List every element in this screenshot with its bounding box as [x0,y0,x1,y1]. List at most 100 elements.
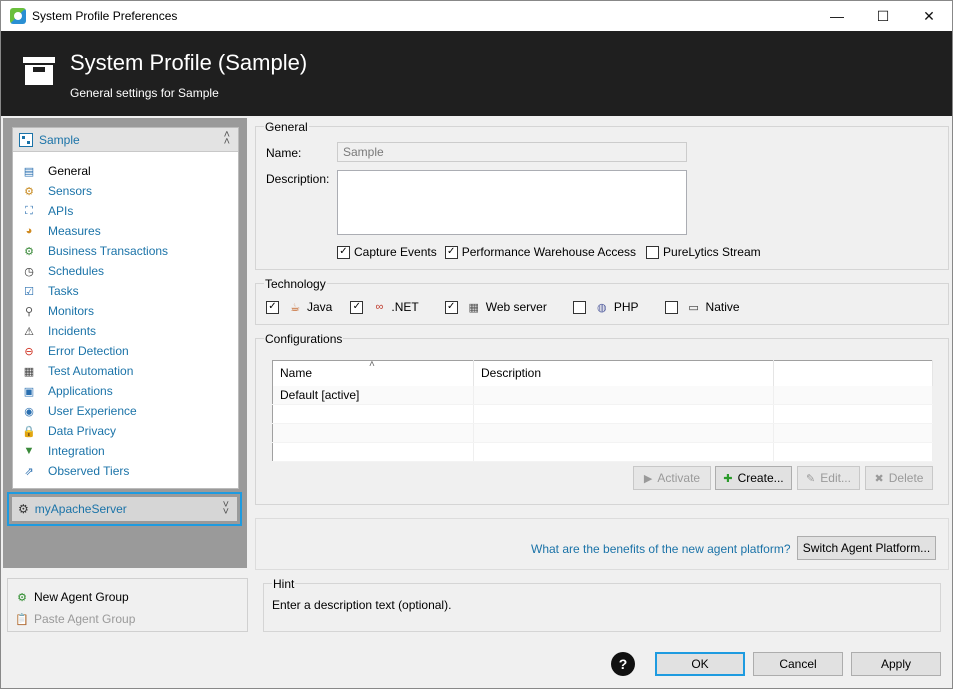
tech-php[interactable]: ◍ PHP [572,299,639,315]
checkbox-box[interactable]: ✓ [266,300,279,314]
sidebar-item-label: Integration [48,444,105,458]
tech-label: .NET [391,300,419,314]
dotnet-icon: ∞ [375,301,384,313]
configurations-group-title: Configurations [264,332,344,346]
clock-icon: ◷ [24,265,34,278]
close-button[interactable]: ✕ [906,1,952,31]
checkbox-box[interactable] [646,245,660,259]
sidebar-item-general[interactable]: ▤ General [21,161,168,181]
sidebar-item-business-transactions[interactable]: ⚙ Business Transactions [21,241,168,261]
table-row[interactable]: Default [active] [272,385,933,405]
paste-agent-group-button[interactable]: 📋 Paste Agent Group [14,611,135,627]
sidebar-item-tasks[interactable]: ☑ Tasks [21,281,168,301]
sidebar-item-label: APIs [48,204,74,218]
checkbox-capture-events[interactable]: ✓ Capture Events [337,245,437,259]
sidebar-item-label: Tasks [48,284,79,298]
checkbox-box[interactable]: ✓ [444,300,458,314]
sidebar-item-user-experience[interactable]: ◉ User Experience [21,401,168,421]
profile-nav-list: ▤ General ⚙ Sensors ⛶ APIs ◕ Measures ⚙ Business … [21,161,168,481]
tech-label: Java [307,300,333,314]
sidebar-item-label: Applications [48,384,113,398]
technology-options: ✓ ☕ Java ✓ ∞ .NET ✓ ▦ Web server ◍ PHP ▭ Native [266,299,740,315]
user-experience-icon: ◉ [24,405,34,418]
tech-label: Native [705,300,740,314]
window-title: System Profile Preferences [32,9,178,23]
sidebar-item-monitors[interactable]: ⚲ Monitors [21,301,168,321]
new-agent-group-button[interactable]: ⚙ New Agent Group [14,589,129,605]
hint-group: Hint Enter a description text (optional)… [263,577,941,632]
profile-nav-header[interactable]: Sample ˄ ˄ [13,128,238,152]
tasks-icon: ☑ [24,285,34,298]
checkbox-box[interactable]: ✓ [350,300,364,314]
activate-button[interactable]: ▶ Activate [633,466,711,490]
tech-net[interactable]: ✓ ∞ .NET [350,299,419,315]
checkbox-purelytics-stream[interactable]: PureLytics Stream [646,245,761,259]
agent-group-header[interactable]: ⚙ myApacheServer ˅ ˅ [12,497,237,521]
column-header-description[interactable]: Description [473,360,774,386]
sidebar-item-schedules[interactable]: ◷ Schedules [21,261,168,281]
sidebar-item-measures[interactable]: ◕ Measures [21,221,168,241]
checkbox-box[interactable] [572,300,586,314]
name-label: Name: [266,146,302,160]
cell-description [473,385,774,405]
cell-empty [773,404,933,424]
description-field[interactable] [337,170,687,235]
sidebar-item-observed-tiers[interactable]: ⇗ Observed Tiers [21,461,168,481]
sidebar-item-label: Error Detection [48,344,129,358]
column-header-spacer [773,360,933,386]
new-agent-group-label: New Agent Group [34,590,129,604]
sidebar-item-sensors[interactable]: ⚙ Sensors [21,181,168,201]
agent-group-panel: ⚙ myApacheServer ˅ ˅ [7,492,242,526]
general-group-title: General [264,120,309,134]
minimize-button[interactable]: — [814,1,860,31]
name-field[interactable]: Sample [337,142,687,162]
hint-title: Hint [272,577,296,591]
cell-empty [272,442,474,462]
description-label: Description: [266,172,330,186]
agent-group-name: myApacheServer [34,502,127,516]
tech-native[interactable]: ▭ Native [664,299,740,315]
switch-agent-platform-button[interactable]: Switch Agent Platform... [797,536,936,560]
observed-tiers-icon: ⇗ [24,465,34,478]
sidebar-item-integration[interactable]: ▼ Integration [21,441,168,461]
delete-button[interactable]: ✖ Delete [865,466,933,490]
ok-button[interactable]: OK [655,652,745,676]
apply-button[interactable]: Apply [851,652,941,676]
collapse-chevron-icon[interactable]: ˄ ˄ [224,130,230,148]
checkbox-label: PureLytics Stream [663,245,761,259]
create-button[interactable]: ✚ Create... [715,466,792,490]
tech-java[interactable]: ✓ ☕ Java [266,299,332,315]
sidebar-item-label: Business Transactions [48,244,169,258]
column-header-name[interactable]: ˄ Name [272,359,474,386]
cancel-button[interactable]: Cancel [753,652,843,676]
sidebar-item-incidents[interactable]: ⚠ Incidents [21,321,168,341]
checkbox-box[interactable]: ✓ [337,245,350,259]
sidebar-item-error-detection[interactable]: ⊖ Error Detection [21,341,168,361]
java-icon: ☕ [290,301,300,314]
table-row [272,442,933,462]
edit-button[interactable]: ✎ Edit... [797,466,860,490]
expand-chevron-icon[interactable]: ˅ ˅ [223,500,229,518]
checkbox-label: Performance Warehouse Access [461,245,637,259]
tech-web-server[interactable]: ✓ ▦ Web server [444,299,547,315]
sidebar-item-label: Monitors [48,304,95,318]
checkbox-box[interactable] [664,300,678,314]
sidebar-item-label: Measures [48,224,101,238]
sidebar-item-label: Data Privacy [48,424,117,438]
title-bar: System Profile Preferences — ☐ ✕ [1,1,952,31]
agent-platform-benefits-link[interactable]: What are the benefits of the new agent p… [531,542,791,556]
checkbox-performance-warehouse-access[interactable]: ✓ Performance Warehouse Access [444,245,637,259]
sidebar-item-apis[interactable]: ⛶ APIs [21,201,168,221]
sidebar-item-applications[interactable]: ▣ Applications [21,381,168,401]
sidebar-item-test-automation[interactable]: ▦ Test Automation [21,361,168,381]
maximize-button[interactable]: ☐ [860,1,906,31]
page-subtitle: General settings for Sample [70,86,219,100]
configurations-table: ˄ Name Description Default [active] [272,359,933,462]
applications-icon: ▣ [23,385,35,398]
tech-label: Web server [485,300,547,314]
sidebar-item-data-privacy[interactable]: 🔒 Data Privacy [21,421,168,441]
measures-icon: ◕ [25,225,33,237]
checkbox-box[interactable]: ✓ [444,245,458,259]
profile-nav-panel: Sample ˄ ˄ ▤ General ⚙ Sensors ⛶ APIs ◕ Measures… [12,127,239,489]
help-icon[interactable]: ? [611,652,635,676]
